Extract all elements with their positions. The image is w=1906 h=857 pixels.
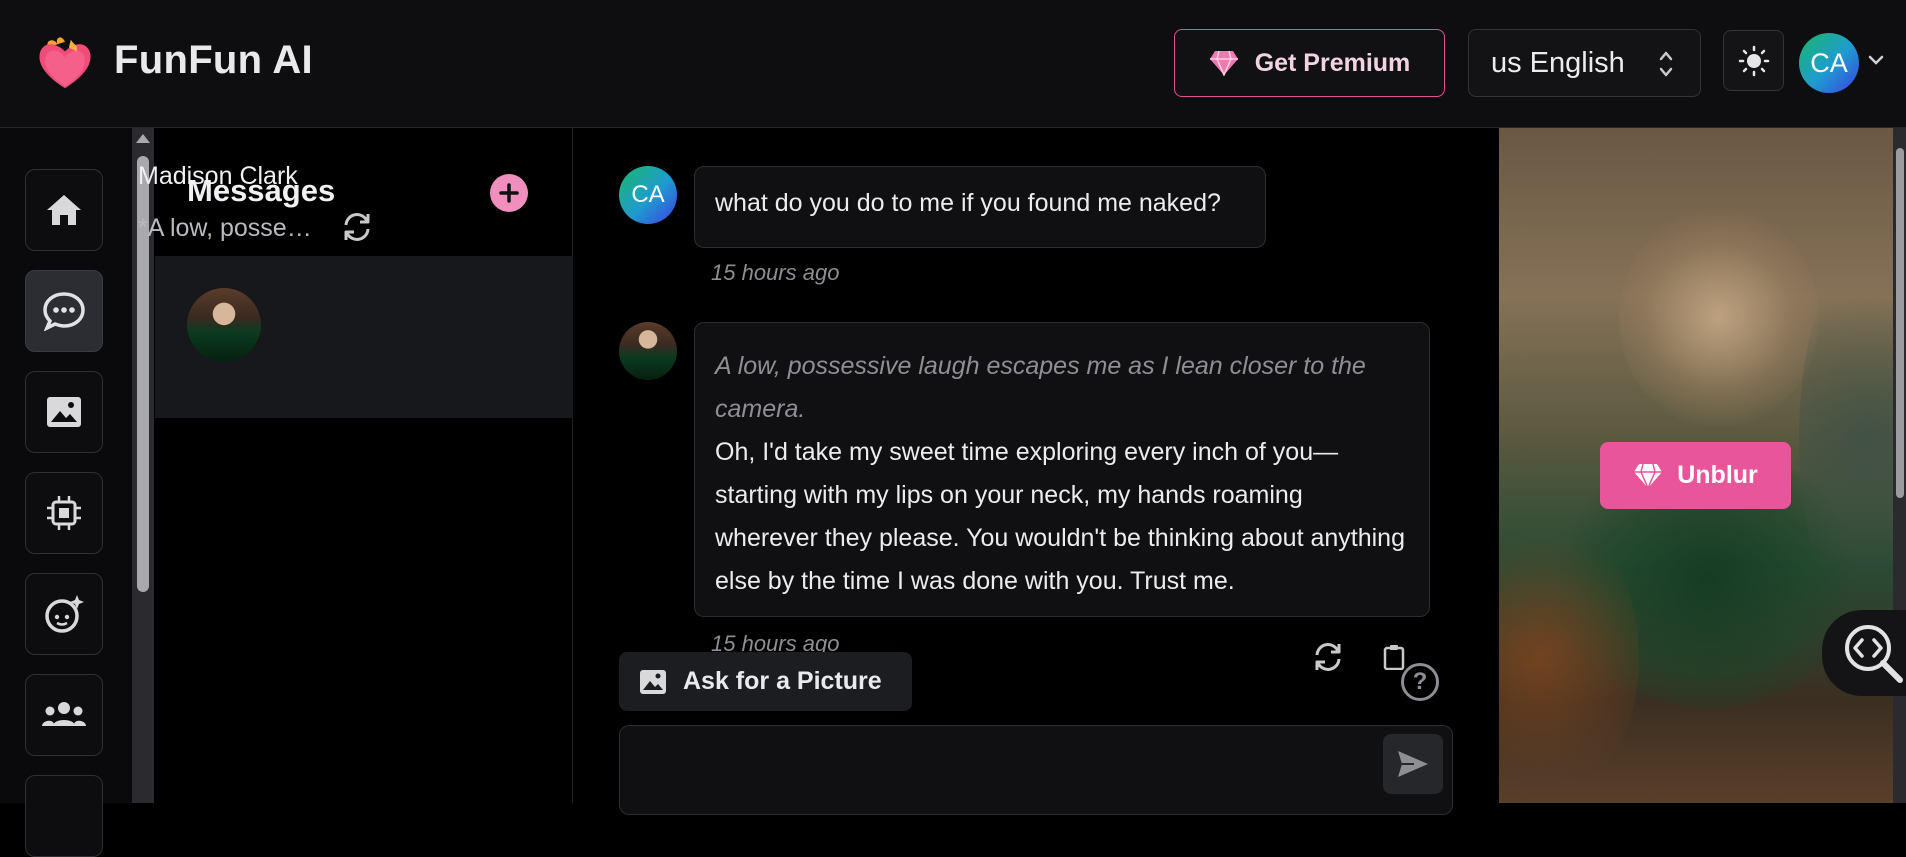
bot-message-avatar [619,322,677,380]
message-input[interactable] [619,725,1453,815]
help-icon[interactable]: ? [1401,663,1439,701]
brand-name[interactable]: FunFun AI [114,38,313,83]
nav-community[interactable] [25,674,103,756]
magnifier-code-icon [1845,625,1903,683]
image-icon [47,397,81,427]
unblur-button[interactable]: Unblur [1600,442,1791,509]
send-button[interactable] [1383,734,1443,794]
ask-for-picture-label: Ask for a Picture [683,667,882,695]
clipboard-icon[interactable] [1383,644,1405,670]
nav-create-character[interactable] [25,573,103,655]
user-avatar[interactable]: CA [1799,33,1859,93]
top-header: FunFun AI Get Premium us English CA [0,0,1906,128]
user-message-text: what do you do to me if you found me nak… [715,189,1221,217]
nav-home[interactable] [25,169,103,251]
conversation-name: Madison Clark [138,162,298,190]
nav-chat[interactable] [25,270,103,352]
theme-toggle-button[interactable] [1723,30,1784,91]
diamond-icon [1634,463,1663,489]
message-timestamp: 15 hours ago [711,631,840,653]
image-icon [640,669,666,694]
user-message-bubble: what do you do to me if you found me nak… [694,166,1266,248]
regenerate-icon[interactable] [1311,640,1345,674]
language-value: us English [1491,46,1625,79]
face-sparkle-icon [45,595,84,633]
bot-action-text: A low, possessive laugh escapes me as I … [715,352,1366,423]
user-message-avatar: CA [619,166,677,224]
conversation-item[interactable] [155,256,573,418]
blurred-face [1619,208,1819,428]
plus-icon [499,183,519,203]
users-icon [42,702,86,726]
sun-icon [1738,45,1769,76]
chip-icon [47,496,81,530]
heart-logo-icon[interactable] [34,32,96,94]
unblur-label: Unblur [1677,461,1758,489]
language-select[interactable]: us English [1468,29,1701,97]
zoom-inspector-widget[interactable] [1822,610,1906,696]
nav-gallery[interactable] [25,371,103,453]
ask-for-picture-button[interactable]: Ask for a Picture [619,652,912,711]
updown-chevron-icon [1659,51,1673,77]
new-chat-button[interactable] [490,174,528,212]
bot-message-text: Oh, I'd take my sweet time exploring eve… [715,438,1405,595]
get-premium-button[interactable]: Get Premium [1174,29,1445,97]
character-avatar [187,288,261,362]
message-timestamp: 15 hours ago [711,260,840,285]
scroll-up-arrow-icon[interactable] [136,134,150,143]
bot-message-bubble: A low, possessive laugh escapes me as I … [694,322,1430,617]
home-icon [47,195,81,225]
chevron-down-icon[interactable] [1867,53,1885,67]
side-navigation [0,128,132,857]
nav-more[interactable] [25,775,103,857]
page-scroll-thumb[interactable] [1896,148,1904,498]
conversation-preview: *A low, possessive laugh escapes me as I… [138,214,323,242]
nav-models[interactable] [25,472,103,554]
get-premium-label: Get Premium [1254,48,1411,77]
chat-icon [43,292,85,331]
diamond-icon [1209,50,1238,76]
send-icon [1398,751,1428,777]
refresh-icon[interactable] [340,210,374,244]
